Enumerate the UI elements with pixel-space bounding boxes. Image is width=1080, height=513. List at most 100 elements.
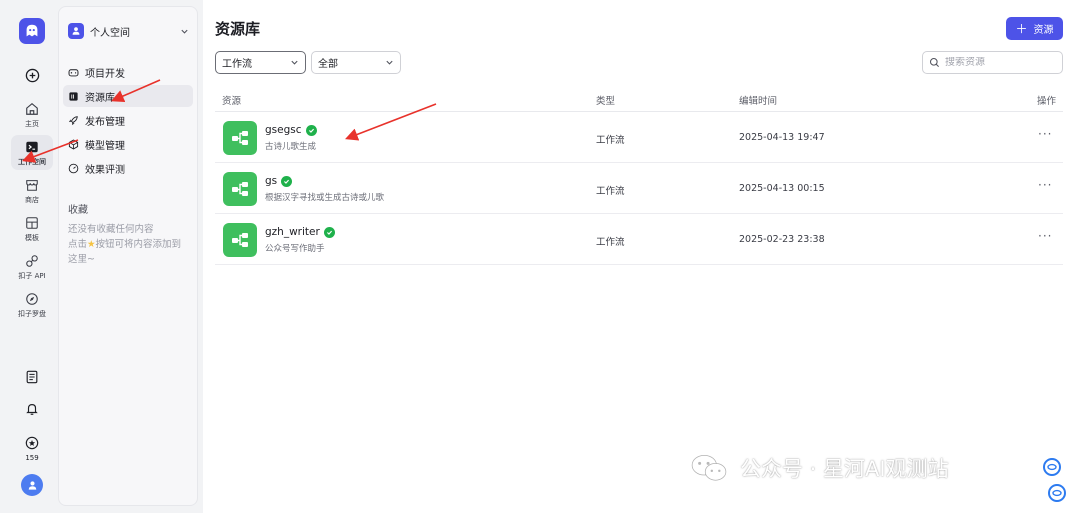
- bot-logo-icon: [26, 24, 38, 37]
- rail-item-api[interactable]: 扣子 API: [11, 249, 53, 284]
- menu-item-library[interactable]: 资源库: [63, 85, 193, 107]
- home-icon: [26, 103, 38, 115]
- gamepad-icon: [68, 68, 79, 76]
- resource-description: 古诗儿歌生成: [265, 142, 317, 152]
- floating-assistant-button[interactable]: [1043, 458, 1061, 476]
- chevron-down-icon: [291, 60, 298, 65]
- table-row[interactable]: gzh_writer 公众号写作助手 工作流 2025-02-23 23:38 …: [215, 215, 1063, 265]
- cube-icon: [68, 139, 79, 149]
- space-avatar: [68, 23, 84, 39]
- rail-item-label: 扣子罗盘: [18, 310, 46, 318]
- menu-item-label: 发布管理: [85, 116, 125, 128]
- points-button[interactable]: [22, 433, 42, 453]
- add-resource-label: 资源: [1033, 25, 1054, 36]
- floating-help-button[interactable]: [1048, 484, 1066, 502]
- rail-item-label: 主页: [25, 120, 39, 128]
- swirl-icon: [1052, 489, 1062, 497]
- page-title: 资源库: [215, 20, 261, 38]
- workspace-panel: 个人空间 项目开发 资源库 发布管理 模型管理 效果评测 收藏 还没有收藏任何内…: [58, 6, 198, 506]
- template-icon: [26, 217, 38, 229]
- rail-item-label: 商店: [25, 196, 39, 204]
- resource-name-text: gs: [265, 175, 278, 187]
- link-icon: [26, 255, 38, 267]
- column-header-action: 操作: [1037, 96, 1057, 107]
- search-input[interactable]: [945, 57, 1055, 68]
- gauge-icon: [68, 163, 79, 173]
- resource-description: 公众号写作助手: [265, 244, 325, 254]
- more-options-button[interactable]: ···: [1038, 229, 1052, 243]
- rail-item-label: 模板: [25, 234, 39, 242]
- space-name: 个人空间: [90, 27, 130, 39]
- main-content: 资源库 ＋ 资源 工作流 全部 资源 类型 编辑时间 操作 gsegsc 古诗儿…: [203, 0, 1080, 513]
- resource-type: 工作流: [596, 237, 625, 248]
- scope-filter-select[interactable]: 全部: [311, 51, 401, 74]
- resource-edit-time: 2025-02-23 23:38: [739, 234, 825, 245]
- workflow-icon: [223, 172, 257, 206]
- rail-item-templates[interactable]: 模板: [11, 211, 53, 246]
- favorites-empty-line: 点击★按钮可将内容添加到: [68, 237, 189, 252]
- resource-edit-time: 2025-04-13 00:15: [739, 183, 825, 194]
- chevron-down-icon: [181, 29, 188, 34]
- resource-type: 工作流: [596, 135, 625, 146]
- verified-check-icon: [323, 226, 335, 238]
- app-logo[interactable]: [19, 18, 45, 44]
- type-filter-select[interactable]: 工作流: [215, 51, 306, 74]
- resource-name: gs: [265, 175, 293, 187]
- workflow-icon: [223, 223, 257, 257]
- rail-item-home[interactable]: 主页: [11, 97, 53, 132]
- rail-item-workspace[interactable]: 工作空间: [11, 135, 53, 170]
- library-icon: [69, 91, 78, 101]
- favorites-empty-line: 还没有收藏任何内容: [68, 224, 154, 235]
- type-filter-value: 工作流: [222, 59, 252, 70]
- menu-item-label: 模型管理: [85, 140, 125, 152]
- resource-name: gsegsc: [265, 124, 317, 136]
- column-header-type: 类型: [596, 96, 616, 107]
- bell-icon: [26, 404, 38, 415]
- space-selector[interactable]: 个人空间: [59, 7, 197, 39]
- table-row[interactable]: gsegsc 古诗儿歌生成 工作流 2025-04-13 19:47 ···: [215, 113, 1063, 163]
- create-button[interactable]: [21, 64, 43, 86]
- menu-item-models[interactable]: 模型管理: [63, 133, 193, 155]
- menu-item-evaluation[interactable]: 效果评测: [63, 157, 193, 179]
- resource-edit-time: 2025-04-13 19:47: [739, 132, 825, 143]
- watermark-text: 公众号 · 星河AI观测站: [740, 457, 949, 481]
- rocket-icon: [68, 115, 78, 125]
- rail-item-compass[interactable]: 扣子罗盘: [11, 287, 53, 322]
- menu-item-label: 项目开发: [85, 68, 125, 80]
- star-icon: ★: [87, 239, 96, 250]
- plus-icon: ＋: [1015, 22, 1028, 36]
- scope-filter-value: 全部: [318, 59, 338, 70]
- search-icon: [929, 57, 939, 67]
- favorites-empty-line: 这里~: [68, 254, 95, 265]
- menu-item-projects[interactable]: 项目开发: [63, 61, 193, 83]
- user-icon: [72, 27, 80, 35]
- resource-description: 根据汉字寻找或生成古诗或儿歌: [265, 193, 385, 203]
- column-header-edited: 编辑时间: [739, 96, 778, 107]
- more-options-button[interactable]: ···: [1038, 127, 1052, 141]
- favorites-empty-prefix: 点击: [68, 239, 88, 250]
- rail-bottom: 159: [6, 355, 58, 496]
- document-icon: [26, 370, 38, 384]
- resource-name: gzh_writer: [265, 226, 335, 238]
- table-header: 资源 类型 编辑时间 操作: [215, 86, 1063, 112]
- avatar[interactable]: [21, 474, 43, 496]
- resource-type: 工作流: [596, 186, 625, 197]
- favorites-empty-text: 还没有收藏任何内容 点击★按钮可将内容添加到 这里~: [68, 222, 189, 267]
- column-header-resource: 资源: [222, 96, 242, 107]
- docs-button[interactable]: [22, 367, 42, 387]
- resource-name-text: gzh_writer: [265, 226, 320, 238]
- chevron-down-icon: [386, 60, 393, 65]
- notifications-button[interactable]: [22, 399, 42, 419]
- nav-rail: 主页 工作空间 商店 模板 扣子 API 扣子罗盘 159: [6, 6, 58, 506]
- rail-item-store[interactable]: 商店: [11, 173, 53, 208]
- table-row[interactable]: gs 根据汉字寻找或生成古诗或儿歌 工作流 2025-04-13 00:15 ·…: [215, 164, 1063, 214]
- add-resource-button[interactable]: ＋ 资源: [1006, 17, 1063, 40]
- store-icon: [26, 180, 38, 191]
- wechat-icon: [691, 454, 727, 481]
- star-coin-icon: [25, 436, 39, 450]
- favorites-title: 收藏: [68, 205, 88, 216]
- verified-check-icon: [305, 124, 317, 136]
- more-options-button[interactable]: ···: [1038, 178, 1052, 192]
- user-icon: [28, 480, 36, 490]
- menu-item-publish[interactable]: 发布管理: [63, 109, 193, 131]
